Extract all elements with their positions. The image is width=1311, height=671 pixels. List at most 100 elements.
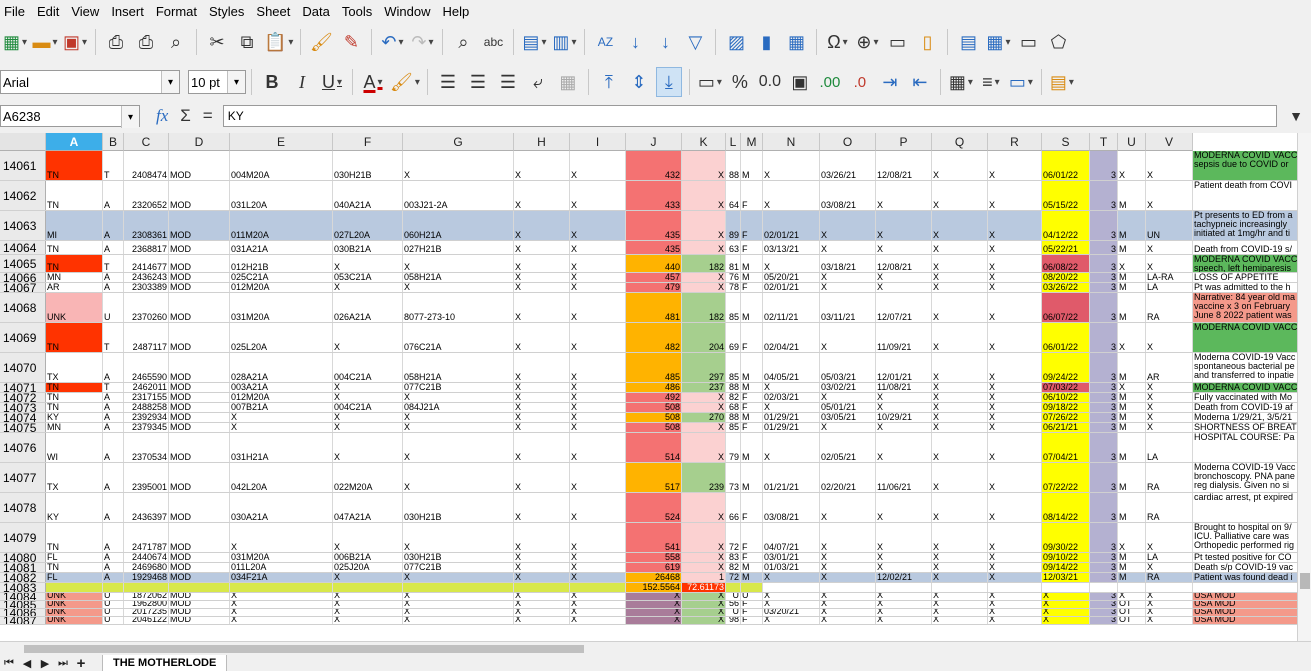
cell-r[interactable]: X <box>988 323 1042 352</box>
cell-c[interactable]: 2368817 <box>124 241 169 254</box>
cell-v[interactable]: X <box>1146 601 1193 608</box>
cell-h[interactable]: X <box>514 151 570 180</box>
cell-v[interactable]: X <box>1146 609 1193 616</box>
cell-f[interactable]: X <box>333 393 403 402</box>
cell-h[interactable]: X <box>514 563 570 572</box>
cell-u[interactable] <box>1118 583 1146 592</box>
scroll-thumb[interactable] <box>24 645 584 653</box>
cell-p[interactable]: X <box>876 523 932 552</box>
column-header-i[interactable]: I <box>570 133 626 151</box>
cell-r[interactable]: X <box>988 255 1042 272</box>
cell-e[interactable]: 028A21A <box>230 353 333 382</box>
vertical-scrollbar[interactable] <box>1297 133 1311 641</box>
cell-s[interactable]: 07/22/22 <box>1042 463 1090 492</box>
cell-c[interactable]: 1929468 <box>124 573 169 582</box>
cell-f[interactable]: X <box>333 609 403 616</box>
cell-o[interactable]: 03/05/21 <box>820 413 876 422</box>
cell-a[interactable]: TN <box>46 403 103 412</box>
copy-icon[interactable]: ⧉ <box>234 27 260 57</box>
cell-q[interactable]: X <box>932 403 988 412</box>
cell-g[interactable]: 084J21A <box>403 403 514 412</box>
cell-t[interactable]: 3 <box>1090 553 1118 562</box>
cell-d[interactable]: MOD <box>169 601 230 608</box>
row-header[interactable]: 14076 <box>0 433 46 462</box>
menu-format[interactable]: Format <box>152 4 205 19</box>
function-wizard-icon[interactable]: fx <box>156 106 168 126</box>
cell-m[interactable]: F <box>741 241 763 254</box>
cell-b[interactable]: A <box>103 433 124 462</box>
cell-w[interactable]: USA MOD <box>1193 617 1297 624</box>
cell-n[interactable]: 04/07/21 <box>763 523 820 552</box>
cell-n[interactable]: X <box>763 433 820 462</box>
cell-q[interactable] <box>932 583 988 592</box>
cell-v[interactable]: X <box>1146 523 1193 552</box>
cell-p[interactable] <box>876 583 932 592</box>
cell-l[interactable]: 66 <box>726 493 741 522</box>
cell-r[interactable]: X <box>988 617 1042 624</box>
cell-f[interactable]: 047A21A <box>333 493 403 522</box>
cell-d[interactable]: MOD <box>169 383 230 392</box>
cell-k[interactable]: X <box>682 433 726 462</box>
cell-n[interactable]: 03/20/21 <box>763 609 820 616</box>
cell-v[interactable]: LA <box>1146 553 1193 562</box>
align-center-icon[interactable]: ☰ <box>465 67 491 97</box>
cell-n[interactable]: 02/03/21 <box>763 393 820 402</box>
cell-q[interactable]: X <box>932 383 988 392</box>
cell-w[interactable]: Death from COVID-19 af <box>1193 403 1297 412</box>
cell-b[interactable]: A <box>103 283 124 292</box>
cell-g[interactable]: 8077-273-10 <box>403 293 514 322</box>
column-header-k[interactable]: K <box>682 133 726 151</box>
cell-b[interactable]: U <box>103 617 124 624</box>
cell-e[interactable]: 031L20A <box>230 181 333 210</box>
cell-t[interactable]: 3 <box>1090 181 1118 210</box>
cell-i[interactable]: X <box>570 553 626 562</box>
border-color-icon[interactable]: ▭ <box>1008 67 1034 97</box>
cell-o[interactable]: X <box>820 323 876 352</box>
cell-b[interactable]: T <box>103 323 124 352</box>
cell-w[interactable]: Pt tested positive for CO <box>1193 553 1297 562</box>
cell-m[interactable]: F <box>741 323 763 352</box>
cell-n[interactable]: 03/13/21 <box>763 241 820 254</box>
cell-f[interactable]: 004C21A <box>333 403 403 412</box>
border-style-icon[interactable]: ≡ <box>978 67 1004 97</box>
cell-k[interactable]: X <box>682 393 726 402</box>
row-header[interactable]: 14086 <box>0 609 46 616</box>
cell-c[interactable]: 2017235 <box>124 609 169 616</box>
increase-indent-icon[interactable]: ⇥ <box>877 67 903 97</box>
cell-j[interactable]: 619 <box>626 563 682 572</box>
cell-t[interactable]: 3 <box>1090 463 1118 492</box>
center-vertically-icon[interactable]: ⇕ <box>626 67 652 97</box>
cell-q[interactable]: X <box>932 273 988 282</box>
cell-a[interactable]: AR <box>46 283 103 292</box>
print-preview-icon[interactable]: ⌕ <box>163 27 189 57</box>
cell-e[interactable]: 031H21A <box>230 433 333 462</box>
cell-k[interactable]: X <box>682 211 726 240</box>
cell-u[interactable]: M <box>1118 293 1146 322</box>
cell-p[interactable]: 12/01/21 <box>876 353 932 382</box>
cell-v[interactable]: X <box>1146 393 1193 402</box>
cell-r[interactable]: X <box>988 423 1042 432</box>
cell-m[interactable]: F <box>741 283 763 292</box>
cell-r[interactable]: X <box>988 553 1042 562</box>
cell-l[interactable]: 83 <box>726 553 741 562</box>
cell-o[interactable]: X <box>820 553 876 562</box>
column-header-h[interactable]: H <box>514 133 570 151</box>
column-header-r[interactable]: R <box>988 133 1042 151</box>
cell-e[interactable] <box>230 583 333 592</box>
cell-u[interactable]: M <box>1118 211 1146 240</box>
name-box[interactable]: A6238 ▾ <box>0 105 140 128</box>
cell-h[interactable]: X <box>514 293 570 322</box>
cell-o[interactable]: X <box>820 609 876 616</box>
cell-d[interactable]: MOD <box>169 593 230 600</box>
cell-b[interactable]: A <box>103 493 124 522</box>
cut-icon[interactable]: ✂ <box>204 27 230 57</box>
cell-p[interactable]: 11/06/21 <box>876 463 932 492</box>
row-header[interactable]: 14085 <box>0 601 46 608</box>
cell-q[interactable]: X <box>932 353 988 382</box>
cell-g[interactable]: 030H21B <box>403 493 514 522</box>
cell-k[interactable]: 270 <box>682 413 726 422</box>
cell-v[interactable]: X <box>1146 323 1193 352</box>
cell-p[interactable]: X <box>876 393 932 402</box>
cell-f[interactable]: X <box>333 601 403 608</box>
cell-r[interactable]: X <box>988 609 1042 616</box>
